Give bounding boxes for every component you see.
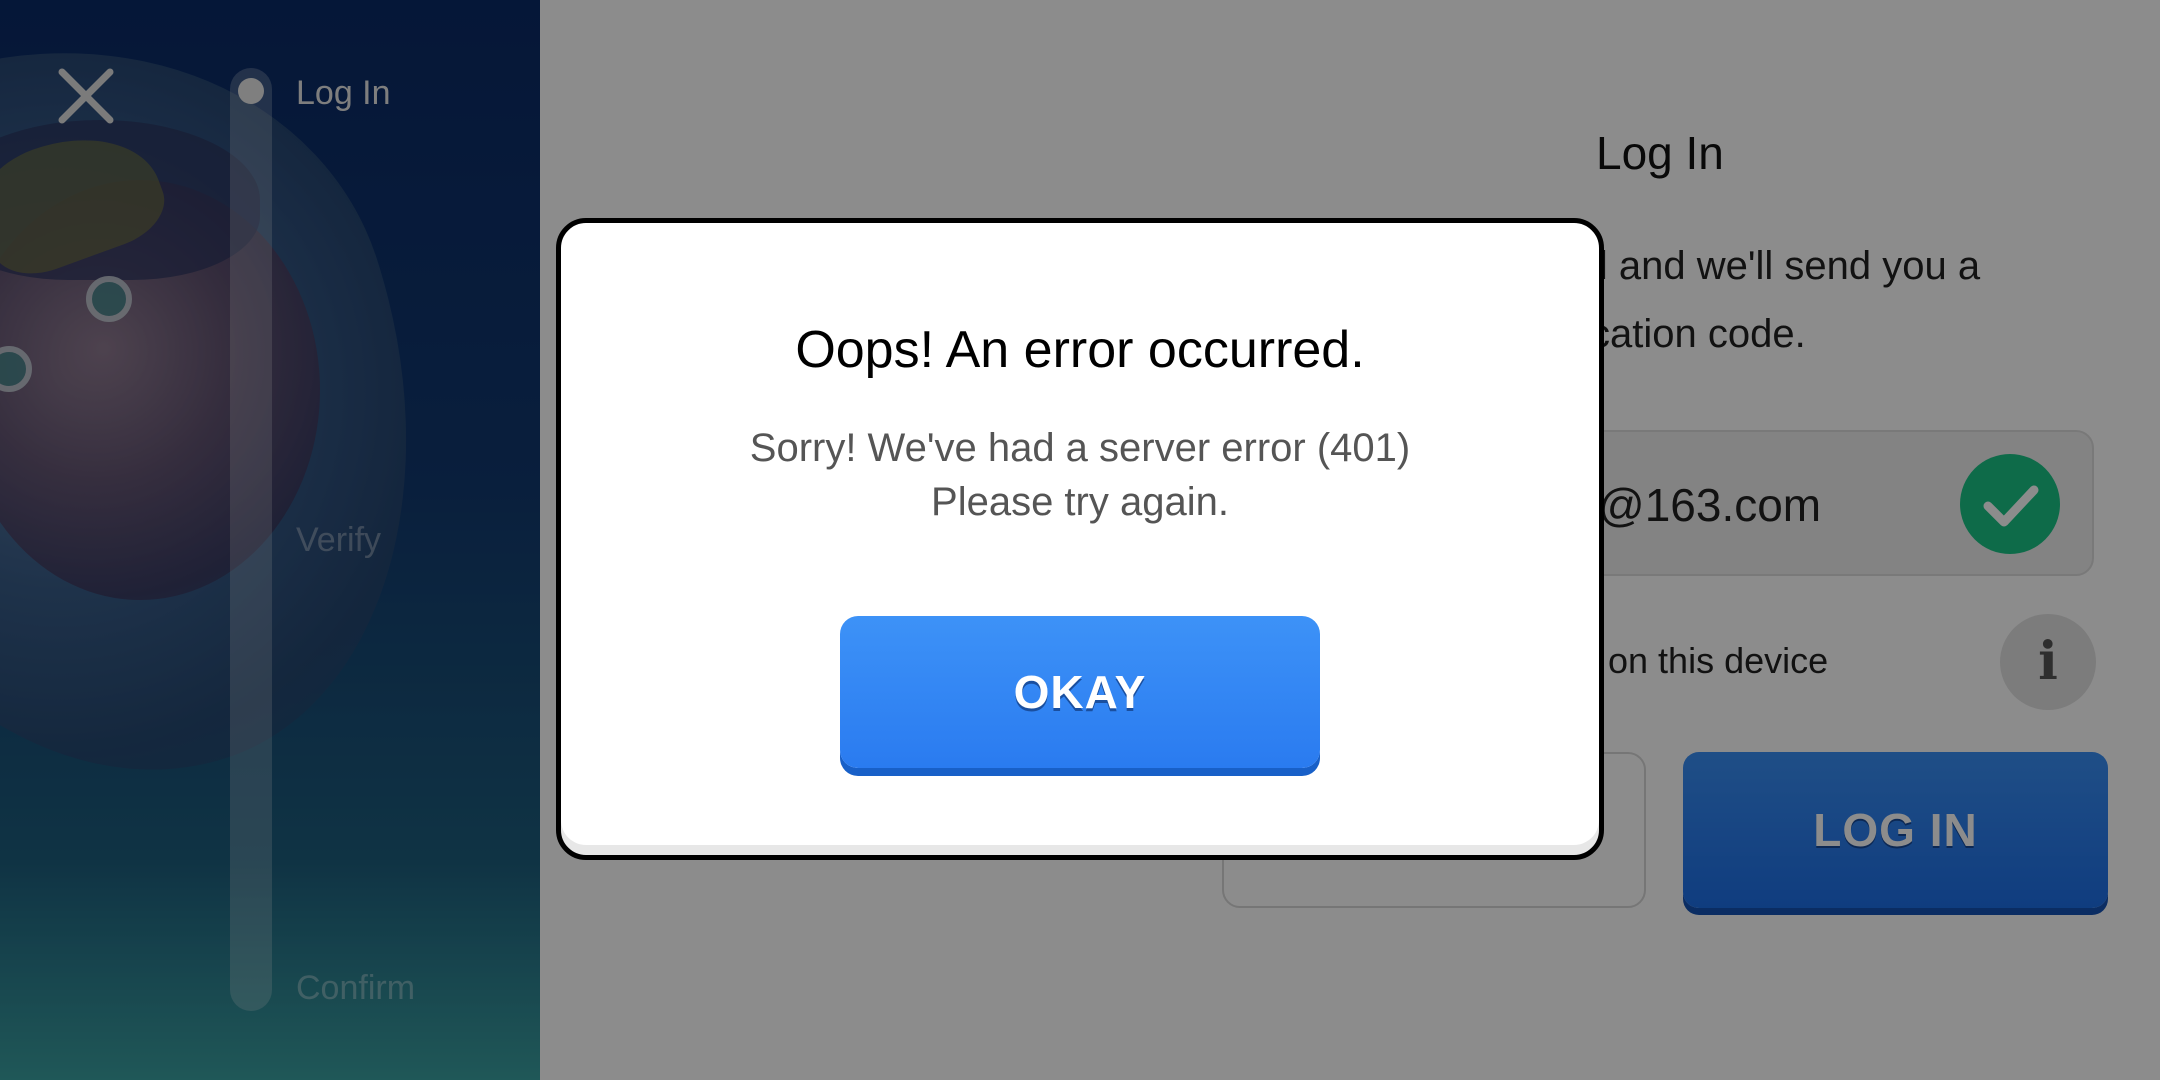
okay-button-label: OKAY: [1013, 666, 1147, 718]
dialog-title: Oops! An error occurred.: [795, 321, 1365, 379]
dialog-message: Sorry! We've had a server error (401) Pl…: [749, 426, 1411, 524]
okay-button[interactable]: OKAY: [840, 616, 1320, 768]
error-dialog: Oops! An error occurred. Sorry! We've ha…: [556, 218, 1604, 860]
